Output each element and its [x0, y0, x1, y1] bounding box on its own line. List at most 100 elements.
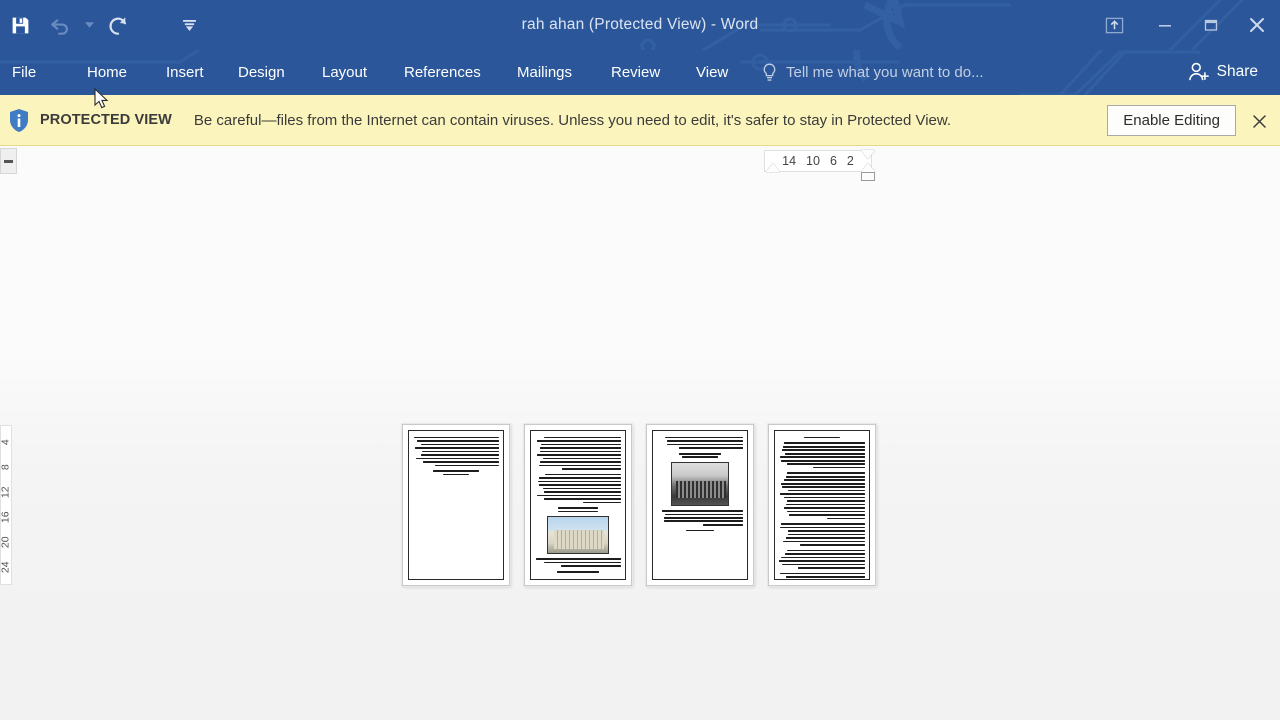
protected-view-label: PROTECTED VIEW [40, 112, 172, 128]
text-line [782, 445, 865, 448]
minimize-button[interactable] [1142, 6, 1188, 44]
ruler-tick-14: 14 [782, 154, 797, 168]
text-line [784, 442, 865, 445]
text-line [667, 440, 743, 442]
tab-view[interactable]: View [696, 50, 728, 95]
text-line [540, 461, 621, 463]
ribbon-display-options-button[interactable] [1086, 6, 1142, 44]
text-paragraph [413, 436, 499, 467]
text-paragraph [535, 473, 621, 504]
text-line [420, 454, 499, 456]
text-line [664, 436, 743, 439]
tab-review[interactable]: Review [611, 50, 660, 95]
text-line [780, 526, 865, 529]
vruler-tick-20: 20 [0, 536, 12, 549]
page-thumbnail-4[interactable] [768, 424, 876, 586]
text-line [539, 447, 621, 449]
page-thumbnail-2[interactable] [524, 424, 632, 586]
bw-photo-image [671, 462, 729, 507]
page-content-1 [408, 430, 504, 580]
text-line [542, 487, 621, 490]
tab-insert[interactable]: Insert [166, 50, 204, 95]
page-thumbnail-3[interactable] [646, 424, 754, 586]
text-paragraph [657, 510, 743, 526]
right-indent-box-marker[interactable] [861, 172, 875, 181]
text-line [797, 567, 865, 569]
minimize-icon [1159, 25, 1171, 27]
text-line [786, 503, 865, 506]
text-line [788, 533, 865, 536]
text-line [783, 507, 865, 509]
text-line [543, 561, 621, 564]
customize-qat-button[interactable] [180, 5, 198, 45]
vruler-tick-24: 24 [0, 561, 12, 574]
share-button[interactable]: Share [1178, 54, 1268, 90]
text-paragraph [779, 572, 865, 579]
text-line [540, 443, 621, 446]
page-content-3 [652, 430, 748, 580]
left-indent-marker[interactable] [766, 163, 780, 172]
text-line [432, 470, 480, 472]
text-line [421, 443, 499, 446]
tab-references[interactable]: References [404, 50, 481, 95]
close-protected-view-bar-button[interactable] [1246, 108, 1272, 134]
undo-button[interactable] [40, 5, 80, 45]
text-line [544, 436, 621, 439]
text-paragraph [535, 558, 621, 567]
enable-editing-button[interactable]: Enable Editing [1107, 105, 1236, 136]
tab-home[interactable]: Home [87, 50, 127, 95]
text-line [786, 500, 865, 502]
text-line [678, 447, 743, 449]
vruler-tick-8: 8 [0, 464, 12, 471]
close-button[interactable] [1234, 6, 1280, 44]
restore-icon [1204, 19, 1218, 31]
document-pages [402, 424, 876, 586]
chevron-down-icon [84, 22, 94, 28]
text-line [679, 452, 721, 455]
text-line [781, 482, 865, 485]
text-line [415, 447, 499, 449]
text-line [780, 459, 865, 462]
tab-file[interactable]: File [12, 50, 36, 95]
tab-stop-selector[interactable] [0, 148, 17, 174]
text-paragraph [779, 442, 865, 469]
first-line-indent-marker[interactable] [861, 150, 875, 159]
hanging-indent-marker[interactable] [861, 163, 875, 172]
text-line [780, 572, 865, 575]
window-controls [1086, 0, 1280, 50]
undo-dropdown[interactable] [80, 5, 98, 45]
vertical-ruler[interactable]: 4 8 12 16 20 24 [0, 425, 12, 585]
text-line [536, 494, 621, 497]
text-line [782, 563, 865, 566]
tab-design[interactable]: Design [238, 50, 285, 95]
text-line [786, 472, 865, 475]
text-line [537, 454, 621, 456]
ribbon-tab-bar: File Home Insert Design Layout Reference… [0, 50, 1280, 95]
text-line [544, 491, 621, 493]
text-line [434, 464, 499, 467]
text-line [785, 576, 865, 578]
horizontal-ruler[interactable]: 14 10 6 2 [764, 150, 872, 172]
restore-button[interactable] [1188, 6, 1234, 44]
text-line [557, 510, 599, 513]
save-button[interactable] [0, 5, 40, 45]
tab-layout[interactable]: Layout [322, 50, 367, 95]
redo-icon [109, 17, 127, 35]
text-line [539, 464, 621, 467]
close-icon [1252, 114, 1266, 128]
text-line [784, 479, 865, 482]
text-line [538, 480, 621, 483]
text-line [414, 436, 499, 439]
page-thumbnail-1[interactable] [402, 424, 510, 586]
text-paragraph [413, 470, 499, 476]
text-line [540, 450, 621, 453]
text-paragraph [779, 523, 865, 546]
text-line [416, 457, 499, 460]
redo-button[interactable] [98, 5, 138, 45]
text-line [781, 449, 865, 452]
share-person-icon [1188, 62, 1209, 81]
tab-mailings[interactable]: Mailings [517, 50, 572, 95]
text-paragraph [535, 436, 621, 470]
tell-me-search[interactable]: Tell me what you want to do... [762, 50, 984, 95]
page-content-2 [530, 430, 626, 580]
